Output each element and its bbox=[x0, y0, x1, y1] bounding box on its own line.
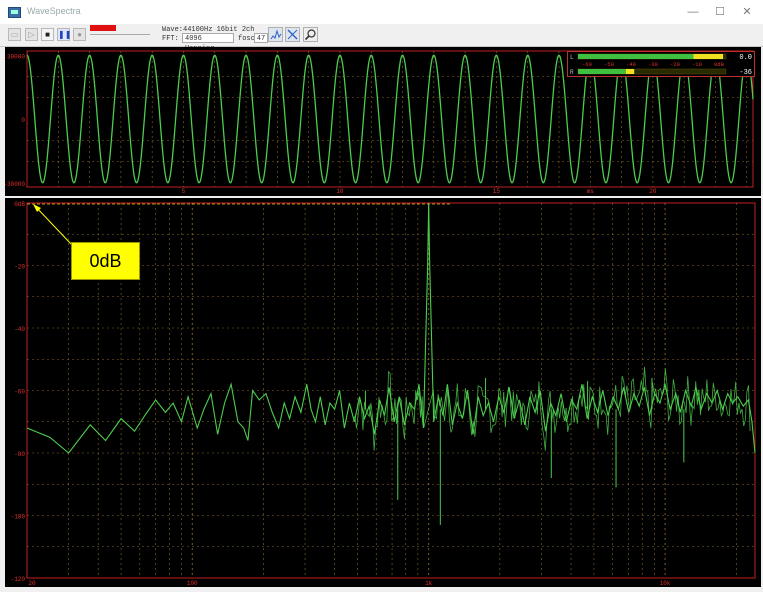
record-progress-track bbox=[90, 34, 150, 40]
level-meter-left-channel-label: L bbox=[570, 54, 574, 61]
minimize-button[interactable]: — bbox=[683, 4, 703, 20]
waveform-y-tick-label: -30000 bbox=[5, 181, 25, 188]
level-meter-scale-label: -60 bbox=[582, 61, 592, 68]
fft-label: FFT: bbox=[162, 35, 179, 43]
level-meter-right-bar-peak bbox=[625, 69, 635, 74]
spectrum-view-icon[interactable] bbox=[268, 27, 283, 42]
close-button[interactable]: ✕ bbox=[737, 4, 757, 20]
waveform-x-tick-label: ms bbox=[587, 188, 595, 195]
fosc-value-input[interactable]: 47 bbox=[254, 33, 268, 43]
level-meter: L R -60 -50 -40 -30 -20 -10 0dB 0.0 -36 bbox=[567, 51, 755, 77]
level-meter-scale-label: -40 bbox=[626, 61, 636, 68]
pause-icon[interactable]: ❚❚ bbox=[57, 28, 71, 41]
level-meter-svg: L R -60 -50 -40 -30 -20 -10 0dB 0.0 -36 bbox=[570, 53, 752, 77]
spectrum-y-tick-label: -40 bbox=[14, 326, 25, 333]
level-meter-left-bar-peak bbox=[693, 54, 724, 59]
open-file-icon[interactable]: ▭ bbox=[8, 28, 21, 41]
level-meter-left-bar bbox=[578, 54, 694, 59]
waveform-x-tick-label: 10 bbox=[336, 188, 344, 195]
stop-icon[interactable]: ■ bbox=[41, 28, 54, 41]
level-meter-scale-label: -10 bbox=[692, 61, 702, 68]
waveform-x-tick-label: 20 bbox=[649, 188, 657, 195]
spectrum-x-tick-label: 20 bbox=[28, 580, 36, 587]
spectrum-trace bbox=[26, 202, 756, 454]
waveform-y-tick-label: 0 bbox=[21, 117, 25, 124]
window-title: WaveSpectra bbox=[27, 6, 81, 16]
level-meter-right-value: -36 bbox=[739, 69, 752, 76]
zoom-icon[interactable] bbox=[303, 27, 318, 42]
spectrum-y-tick-label: -80 bbox=[14, 451, 25, 458]
spectrum-x-tick-label: 100 bbox=[187, 580, 198, 587]
waveform-x-tick-label: 5 bbox=[182, 188, 186, 195]
spectrum-y-tick-label: -60 bbox=[14, 389, 25, 396]
level-meter-scale-label: -30 bbox=[648, 61, 658, 68]
level-meter-right-channel-label: R bbox=[570, 69, 574, 76]
record-icon[interactable]: ● bbox=[73, 28, 86, 41]
app-icon bbox=[8, 7, 21, 18]
waveform-x-tick-label: 15 bbox=[493, 188, 501, 195]
spectrum-y-tick-label: 0dB bbox=[14, 201, 25, 208]
spectrum-x-tick-label: 1k bbox=[425, 580, 433, 587]
title-bar: WaveSpectra — ☐ ✕ bbox=[0, 0, 763, 24]
level-meter-scale-label: -50 bbox=[604, 61, 614, 68]
play-icon[interactable]: ▷ bbox=[25, 28, 38, 41]
spectrum-y-tick-label: -120 bbox=[11, 576, 26, 583]
level-meter-scale-label: 0dB bbox=[714, 61, 725, 68]
level-meter-left-value: 0.0 bbox=[739, 54, 752, 62]
spectrum-x-tick-label: 10k bbox=[660, 580, 671, 587]
maximize-button[interactable]: ☐ bbox=[710, 4, 730, 20]
fosc-label: fosc bbox=[238, 35, 255, 43]
level-meter-right-bar bbox=[578, 69, 626, 74]
spectrum-y-tick-label: -100 bbox=[11, 514, 26, 521]
settings-icon[interactable] bbox=[285, 27, 300, 42]
annotation-label: 0dB bbox=[71, 242, 140, 280]
fft-size-select[interactable]: 4096 Hanning bbox=[182, 33, 234, 53]
record-indicator bbox=[90, 25, 116, 31]
spectrum-y-tick-label: -20 bbox=[14, 264, 25, 271]
level-meter-scale-label: -20 bbox=[670, 61, 680, 68]
waveform-y-tick-label: 30000 bbox=[7, 53, 25, 60]
